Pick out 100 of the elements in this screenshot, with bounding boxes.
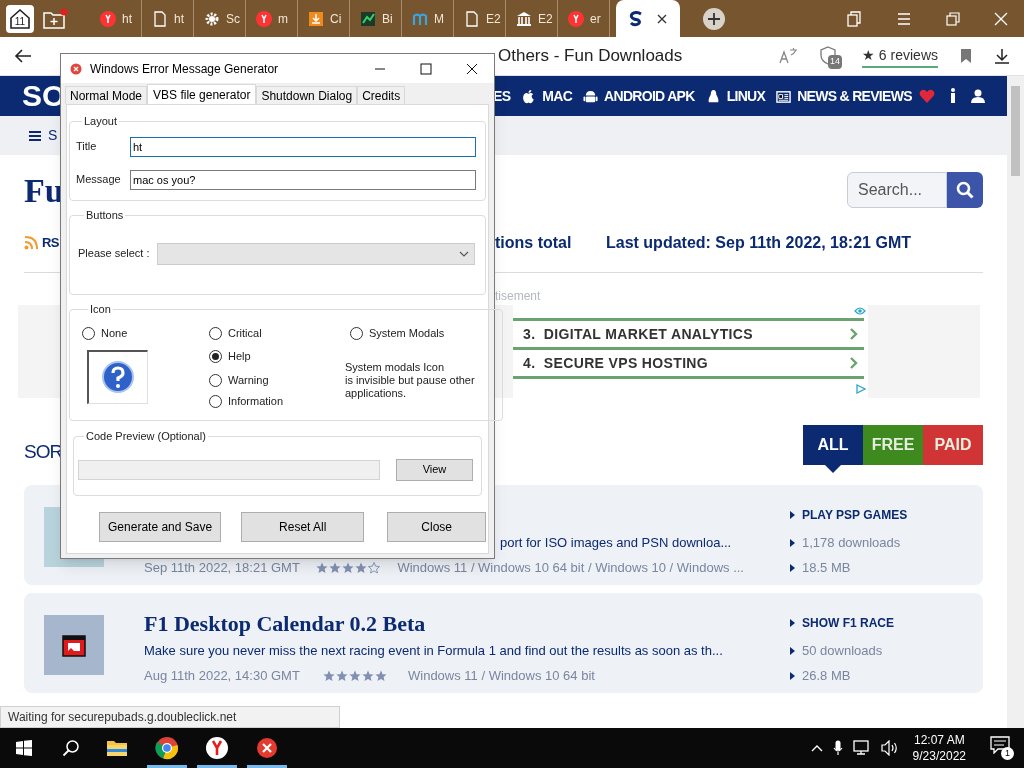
category-link[interactable]: SHOW F1 RACE bbox=[802, 614, 894, 632]
info-icon[interactable] bbox=[949, 88, 957, 104]
filter-tab[interactable]: FREE bbox=[863, 425, 923, 465]
category-label[interactable]: S bbox=[48, 125, 58, 146]
bookmark-icon[interactable] bbox=[960, 48, 972, 64]
page-icon bbox=[464, 10, 480, 27]
dialog-button[interactable]: Generate and Save bbox=[99, 512, 222, 542]
ad-link[interactable]: 4. SECURE VPS HOSTING bbox=[513, 350, 868, 376]
download-icon[interactable] bbox=[994, 48, 1010, 64]
group-label: Icon bbox=[89, 302, 112, 317]
star-icon bbox=[323, 669, 335, 682]
radio-button[interactable] bbox=[209, 327, 222, 340]
close-icon[interactable] bbox=[466, 62, 478, 75]
letter-s-logo-icon bbox=[628, 10, 644, 27]
dialog-tab[interactable]: VBS file generator bbox=[147, 84, 257, 104]
radio-option[interactable]: None bbox=[82, 323, 128, 344]
app-title[interactable]: F1 Desktop Calendar 0.2 Beta bbox=[144, 606, 426, 640]
yandex-icon bbox=[568, 10, 584, 27]
release-date: Sep 11th 2022, 18:21 GMT bbox=[144, 558, 301, 577]
search-field[interactable]: Search... bbox=[847, 172, 947, 208]
dialog-button[interactable]: Close bbox=[387, 512, 486, 542]
bullet-icon bbox=[790, 538, 795, 547]
radio-option[interactable]: Critical bbox=[209, 323, 262, 344]
dialog-tab[interactable]: Shutdown Dialog bbox=[256, 86, 358, 104]
home-button[interactable]: 11 bbox=[6, 4, 34, 33]
radio-button[interactable] bbox=[350, 327, 363, 340]
radio-option[interactable]: Warning bbox=[209, 369, 269, 391]
nav-link[interactable]: NEWS & REVIEWS bbox=[776, 85, 912, 107]
rss-link[interactable]: RS bbox=[42, 233, 59, 253]
translate-icon[interactable] bbox=[777, 47, 798, 65]
field-label: Please select : bbox=[78, 246, 151, 262]
network-icon[interactable] bbox=[852, 740, 871, 756]
collections-icon[interactable] bbox=[846, 10, 862, 27]
radio-option[interactable]: Information bbox=[209, 390, 284, 412]
tab-title: m bbox=[278, 10, 288, 28]
start-icon[interactable] bbox=[16, 740, 32, 756]
question-icon bbox=[102, 361, 134, 393]
radio-button[interactable] bbox=[209, 350, 222, 363]
total-count: tions total bbox=[495, 233, 573, 253]
dialog-tab[interactable]: Normal Mode bbox=[65, 86, 148, 104]
nav-link[interactable]: LINUX bbox=[705, 85, 766, 107]
tab-title: Bi bbox=[382, 10, 393, 28]
new-tab-icon[interactable] bbox=[702, 6, 726, 31]
tab-title: E2 bbox=[486, 10, 501, 28]
user-icon[interactable] bbox=[971, 89, 985, 103]
filter-tab[interactable]: PAID bbox=[923, 425, 983, 465]
dialog-tab[interactable]: Credits bbox=[357, 86, 406, 104]
view-button[interactable]: View bbox=[396, 458, 473, 481]
new-tab-group-icon[interactable] bbox=[42, 7, 68, 30]
radio-button[interactable] bbox=[82, 327, 95, 340]
eye-icon[interactable] bbox=[854, 306, 866, 316]
bullet-icon bbox=[790, 511, 795, 519]
message-icon bbox=[990, 736, 1010, 754]
detail-text: 18.5 MB bbox=[802, 558, 851, 577]
category-link[interactable]: PLAY PSP GAMES bbox=[802, 506, 908, 524]
volume-icon[interactable] bbox=[880, 740, 899, 756]
notifications-button[interactable]: 1 bbox=[990, 736, 1014, 760]
tab-title: Sc bbox=[226, 10, 240, 28]
browser-tab[interactable] bbox=[616, 0, 680, 37]
heart-icon[interactable] bbox=[919, 89, 935, 103]
bullet-icon bbox=[790, 646, 795, 655]
last-updated: Last updated: Sep 11th 2022, 18:21 GMT bbox=[606, 233, 911, 253]
maximize-icon[interactable] bbox=[420, 62, 432, 75]
chevron-up-icon[interactable] bbox=[810, 744, 823, 752]
text-field[interactable]: ht bbox=[130, 136, 476, 157]
page-icon bbox=[152, 10, 168, 27]
radio-option[interactable]: System Modals bbox=[350, 323, 445, 344]
scrollbar[interactable] bbox=[1007, 76, 1024, 728]
menu-icon[interactable] bbox=[28, 129, 42, 142]
app-description: Make sure you never miss the next racing event in Formula 1 and find out the results as soon as th... bbox=[144, 641, 723, 660]
chart-icon bbox=[360, 10, 376, 27]
radio-option[interactable]: Help bbox=[209, 343, 251, 370]
radio-button[interactable] bbox=[209, 394, 222, 408]
search-button[interactable] bbox=[947, 172, 983, 208]
restore-icon[interactable] bbox=[946, 11, 960, 26]
error-icon bbox=[255, 736, 279, 760]
field-label: Message bbox=[76, 172, 122, 188]
back-icon[interactable] bbox=[14, 48, 32, 64]
microphone-icon[interactable] bbox=[832, 740, 843, 756]
close-icon[interactable] bbox=[656, 12, 668, 25]
search-icon[interactable] bbox=[62, 739, 80, 757]
group-label: Layout bbox=[83, 114, 119, 129]
text-field[interactable]: mac os you? bbox=[130, 169, 476, 190]
code-preview-field[interactable] bbox=[78, 459, 380, 480]
protect-button[interactable]: 14 bbox=[819, 46, 840, 66]
ad-link[interactable]: 3. DIGITAL MARKET ANALYTICS bbox=[513, 321, 868, 347]
scrollbar-thumb[interactable] bbox=[1011, 86, 1020, 176]
status-bar: Waiting for securepubads.g.doubleclick.net bbox=[0, 706, 340, 728]
nav-link[interactable]: ANDROID APK bbox=[583, 85, 695, 107]
adchoices-icon[interactable] bbox=[856, 384, 866, 394]
star-icon bbox=[362, 669, 374, 682]
reviews-link[interactable]: ★ 6 reviews bbox=[861, 44, 938, 68]
tab-title: er bbox=[590, 10, 601, 28]
radio-button[interactable] bbox=[209, 373, 222, 387]
nav-link[interactable]: MAC bbox=[521, 85, 573, 107]
tab-pointer bbox=[825, 465, 841, 473]
bullet-icon bbox=[790, 563, 795, 572]
tab-count: 11 bbox=[14, 14, 26, 29]
chrome-icon bbox=[155, 736, 179, 760]
dialog-button[interactable]: Reset All bbox=[241, 512, 365, 542]
